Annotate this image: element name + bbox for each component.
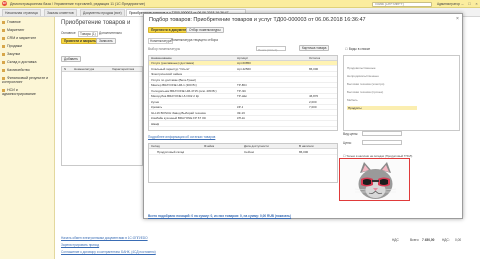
sidebar-item-sales[interactable]: Продажи (2, 44, 22, 48)
dialog-search-input[interactable]: Поиск (Ctrl+F) (256, 46, 286, 52)
window-title: Демонстрационная база / Управление торго… (10, 2, 146, 6)
selection-dialog: Подбор товаров: Приобретение товаров и у… (143, 13, 463, 219)
sidebar-item-warehouse[interactable]: Склад и доставка (2, 60, 36, 64)
dialog-close-icon[interactable]: × (456, 16, 459, 22)
table-row[interactable]: Шкаф (149, 122, 337, 127)
close-window-icon[interactable]: × (474, 1, 479, 6)
post-close-button[interactable]: Провести и закрыть (61, 38, 99, 44)
tab-start-page[interactable]: Начальная страница (2, 9, 41, 16)
maximize-icon[interactable]: □ (467, 1, 472, 6)
tab-sales-documents[interactable]: Документы продаж (все) (80, 9, 125, 16)
show-kinds-checkbox[interactable]: ☐ Виды в списке (345, 47, 370, 51)
list-item[interactable]: Мебель (347, 98, 358, 102)
col-cell: Ячейка (204, 144, 215, 148)
col-n: N (64, 67, 67, 71)
nomenclature-table: Наименование Артикул Остаток Услуги (рек… (148, 55, 338, 131)
dialog-tab-nomenclature[interactable]: Номенклатура (148, 38, 174, 44)
product-image (339, 158, 410, 201)
current-user[interactable]: Администратор (437, 2, 460, 6)
table-row[interactable]: Спальный гарнитур "Ольга" Арт.42560 86,000 (149, 67, 337, 72)
price-type-field[interactable] (362, 131, 402, 136)
doc-tab-main[interactable]: Основное (61, 31, 76, 35)
page-title: Приобретение товаров и (61, 20, 131, 26)
total-value: 7 450,00 (422, 238, 435, 242)
table-row[interactable]: Кухня 2,000 (149, 100, 337, 105)
global-search-input[interactable]: Поиск (Ctrl+Shift+F) (372, 1, 432, 7)
table-row[interactable]: Холодильник BRAYONE HM-4715 (осм. 280 Вт… (149, 89, 337, 94)
stock-table: Склад Ячейка Дата доступности В наличии … (148, 143, 338, 183)
list-item-selected[interactable]: Продукты (347, 106, 417, 110)
doc-tab-goods[interactable]: Товары (1) (78, 31, 98, 37)
tab-customer-orders[interactable]: Заказы клиентов (44, 9, 77, 16)
col-in-stock: В наличии (299, 144, 314, 148)
group-list: Продовольственные Непродовольственные Бы… (343, 55, 460, 131)
table-row[interactable]: Услуги (рекламные) (доставка) Арт.60850 (149, 61, 337, 66)
section-icon (2, 52, 5, 56)
doc-tab-additional[interactable]: Дополнительно (99, 31, 122, 35)
sidebar-item-purchases[interactable]: Закупки (2, 52, 20, 56)
sidebar: Главное Маркетинг CRM и маркетинг Продаж… (0, 17, 55, 259)
table-row[interactable]: Комбайн кухонный BRAYONE FP 67 ОК КП-Ко (149, 116, 337, 121)
vat-label: НДС (392, 238, 399, 242)
price-field[interactable] (362, 140, 402, 145)
write-button[interactable]: Записать (96, 38, 116, 44)
sidebar-item-marketing[interactable]: Маркетинг (2, 28, 24, 32)
stock-info-link[interactable]: Подробнее информация об остатках товаров (148, 135, 215, 139)
section-icon (2, 44, 5, 48)
edo-link[interactable]: Начать обмен электронными документами в … (61, 236, 148, 240)
sidebar-item-admin[interactable]: НСИ и администрирование (2, 88, 52, 96)
price-type-label: Вид цены: (343, 132, 359, 136)
register-receipt-link[interactable]: Зарегистрировать приход (61, 243, 99, 247)
table-row[interactable]: Миксер BRAYONE HM-1 (300 Вт) ТР-ВСт (149, 83, 337, 88)
section-icon (2, 36, 5, 40)
goods-table: N Номенклатура Характеристика (61, 66, 143, 166)
sidebar-item-main[interactable]: Главное (2, 20, 21, 24)
price-label: Цена: (343, 141, 352, 145)
dialog-title: Подбор товаров: Приобретение товаров и у… (149, 17, 366, 23)
list-item[interactable]: Бытовая техника (прочее) (347, 90, 383, 94)
section-icon (2, 68, 5, 72)
stock-table-header: Склад Ячейка Дата доступности В наличии (149, 144, 337, 149)
section-icon (2, 20, 5, 24)
agreement-link[interactable]: Соглашение к договору и контрагентам: БА… (61, 250, 156, 254)
table-row[interactable]: Продуктовый склад Сейчас 86,000 (149, 150, 337, 155)
section-icon (2, 28, 5, 32)
list-item[interactable]: Продовольственные (347, 66, 376, 70)
table-row[interactable]: Мясорубка BRAYONE НЧ 002 2 Кр ТР-Шм 46,870 (149, 94, 337, 99)
dialog-tab-current-selection[interactable]: Номенклатура текущего отбора (171, 38, 218, 42)
configure-selection-button[interactable]: Отбор номенклатуры (186, 27, 224, 33)
total-label: Всего: (410, 238, 420, 242)
sidebar-item-crm[interactable]: CRM и маркетинг (2, 36, 36, 40)
cat-sunglasses-image (340, 159, 409, 200)
product-card-button[interactable]: Карточка товара (299, 45, 330, 51)
section-icon (2, 60, 5, 64)
col-availability-date: Дата доступности (244, 144, 269, 148)
app-logo: 1С (2, 1, 7, 6)
table-row[interactable]: GH-16 BOSCH Завод Выбирай техника ЗК-16 (149, 111, 337, 116)
list-item[interactable]: Бытовая техника (электро) (347, 82, 384, 86)
col-warehouse: Склад (151, 144, 160, 148)
table-row[interactable]: Услуги по доставке (Вега-Транс) (149, 78, 337, 83)
transfer-to-document-button[interactable]: Перенести в документ (148, 27, 190, 33)
col-nomenclature: Номенклатура (74, 67, 95, 71)
minimize-icon[interactable]: – (460, 1, 465, 6)
title-bar: 1С Демонстрационная база / Управление то… (0, 0, 480, 8)
table-row[interactable]: Кровать КР-1 7,000 (149, 105, 337, 110)
vat-total-value: 0,00 (455, 238, 462, 242)
table-row[interactable]: Электрический чайник (149, 72, 337, 77)
sidebar-item-financial-result[interactable]: Финансовый результат и контроллинг (2, 76, 52, 84)
list-item[interactable]: Непродовольственные (347, 74, 379, 78)
add-row-button[interactable]: Добавить (61, 56, 82, 62)
goods-table-header: N Номенклатура Характеристика (62, 67, 142, 72)
sidebar-item-treasury[interactable]: Казначейство (2, 68, 30, 72)
vat-total-label: НДС: (442, 238, 450, 242)
selection-summary-link[interactable]: Всего подобрано позиций: 0 на сумму: 0, … (148, 214, 291, 218)
nomenclature-hint: Выбор номенклатуры (148, 47, 181, 51)
col-characteristic: Характеристика (112, 67, 135, 71)
